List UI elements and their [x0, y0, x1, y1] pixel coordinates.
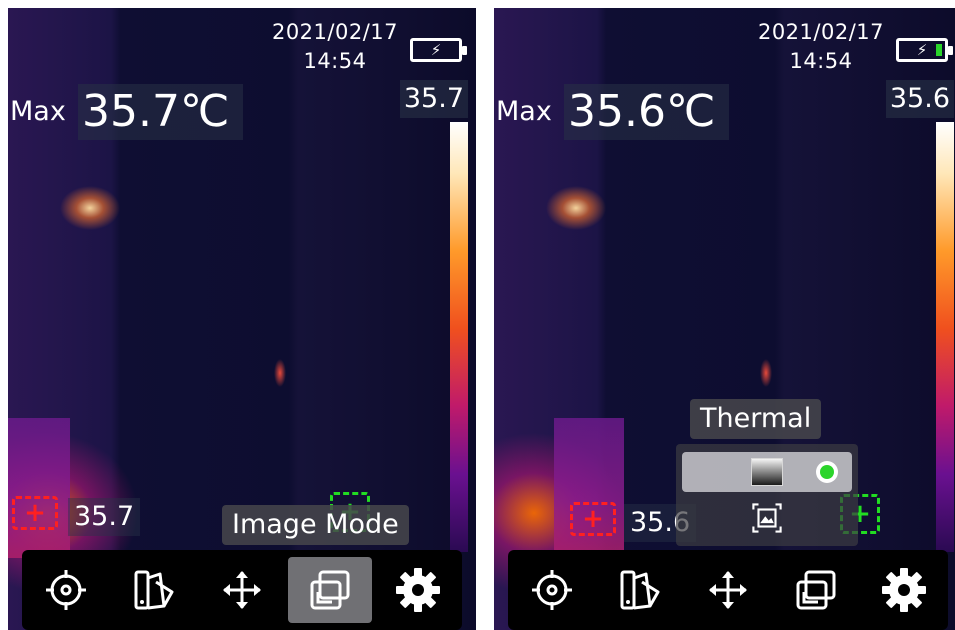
- move-button[interactable]: [686, 557, 770, 623]
- radio-selected-icon: [816, 461, 838, 483]
- settings-button[interactable]: [862, 557, 946, 623]
- gear-icon: [396, 568, 440, 612]
- thermal-screen-left: 2021/02/17 14:54 ⚡ Max 35.7℃ 35.7 + 35.7…: [8, 8, 476, 630]
- max-temperature: 35.7℃: [78, 84, 244, 140]
- mode-option-fusion[interactable]: [682, 498, 852, 538]
- battery-charging-icon: ⚡: [410, 38, 467, 62]
- move-icon: [223, 571, 261, 609]
- scale-max-value: 35.7: [399, 80, 468, 118]
- max-label: Max: [10, 96, 66, 127]
- move-icon: [709, 571, 747, 609]
- max-label: Max: [496, 96, 552, 127]
- hot-spot-marker-icon: +: [12, 496, 58, 530]
- target-icon: [46, 570, 86, 610]
- image-mode-button[interactable]: [288, 557, 372, 623]
- thermal-screen-right: 2021/02/17 14:54 ⚡ Max 35.6℃ 35.6 + 35.6…: [494, 8, 955, 630]
- palette-button[interactable]: [112, 557, 196, 623]
- target-icon: [532, 570, 572, 610]
- measure-target-button[interactable]: [24, 557, 108, 623]
- gear-icon: [882, 568, 926, 612]
- settings-button[interactable]: [376, 557, 460, 623]
- max-temperature: 35.6℃: [564, 84, 730, 140]
- hot-spot-temperature: 35.7: [68, 498, 141, 536]
- battery-charging-icon: ⚡: [896, 38, 953, 62]
- thermal-warm-region: [554, 418, 624, 558]
- image-mode-icon: [310, 570, 350, 610]
- toolbar-tooltip: Image Mode: [222, 505, 409, 545]
- palette-button[interactable]: [598, 557, 682, 623]
- palette-icon: [620, 570, 660, 610]
- mode-option-thermal[interactable]: [682, 452, 852, 492]
- palette-icon: [134, 570, 174, 610]
- color-scale-bar: [936, 122, 954, 552]
- date-text: 2021/02/17: [271, 20, 398, 44]
- datetime-display: 2021/02/17 14:54: [272, 18, 398, 76]
- image-mode-icon: [796, 570, 836, 610]
- move-button[interactable]: [200, 557, 284, 623]
- time-text: 14:54: [789, 49, 853, 73]
- bottom-toolbar: [22, 550, 462, 630]
- datetime-display: 2021/02/17 14:54: [758, 18, 884, 76]
- image-mode-button[interactable]: [774, 557, 858, 623]
- scale-max-value: 35.6: [885, 80, 954, 118]
- time-text: 14:54: [303, 49, 367, 73]
- image-fusion-icon: [752, 503, 782, 533]
- battery-level-indicator: [936, 44, 942, 56]
- mode-tooltip: Thermal: [690, 399, 822, 439]
- measure-target-button[interactable]: [510, 557, 594, 623]
- color-scale-bar: [450, 122, 468, 552]
- date-text: 2021/02/17: [757, 20, 884, 44]
- thermal-mode-icon: [751, 458, 783, 486]
- thermal-warm-region: [8, 418, 70, 558]
- hot-spot-marker-icon: +: [570, 502, 616, 536]
- bottom-toolbar: [508, 550, 948, 630]
- image-mode-menu: [676, 444, 858, 546]
